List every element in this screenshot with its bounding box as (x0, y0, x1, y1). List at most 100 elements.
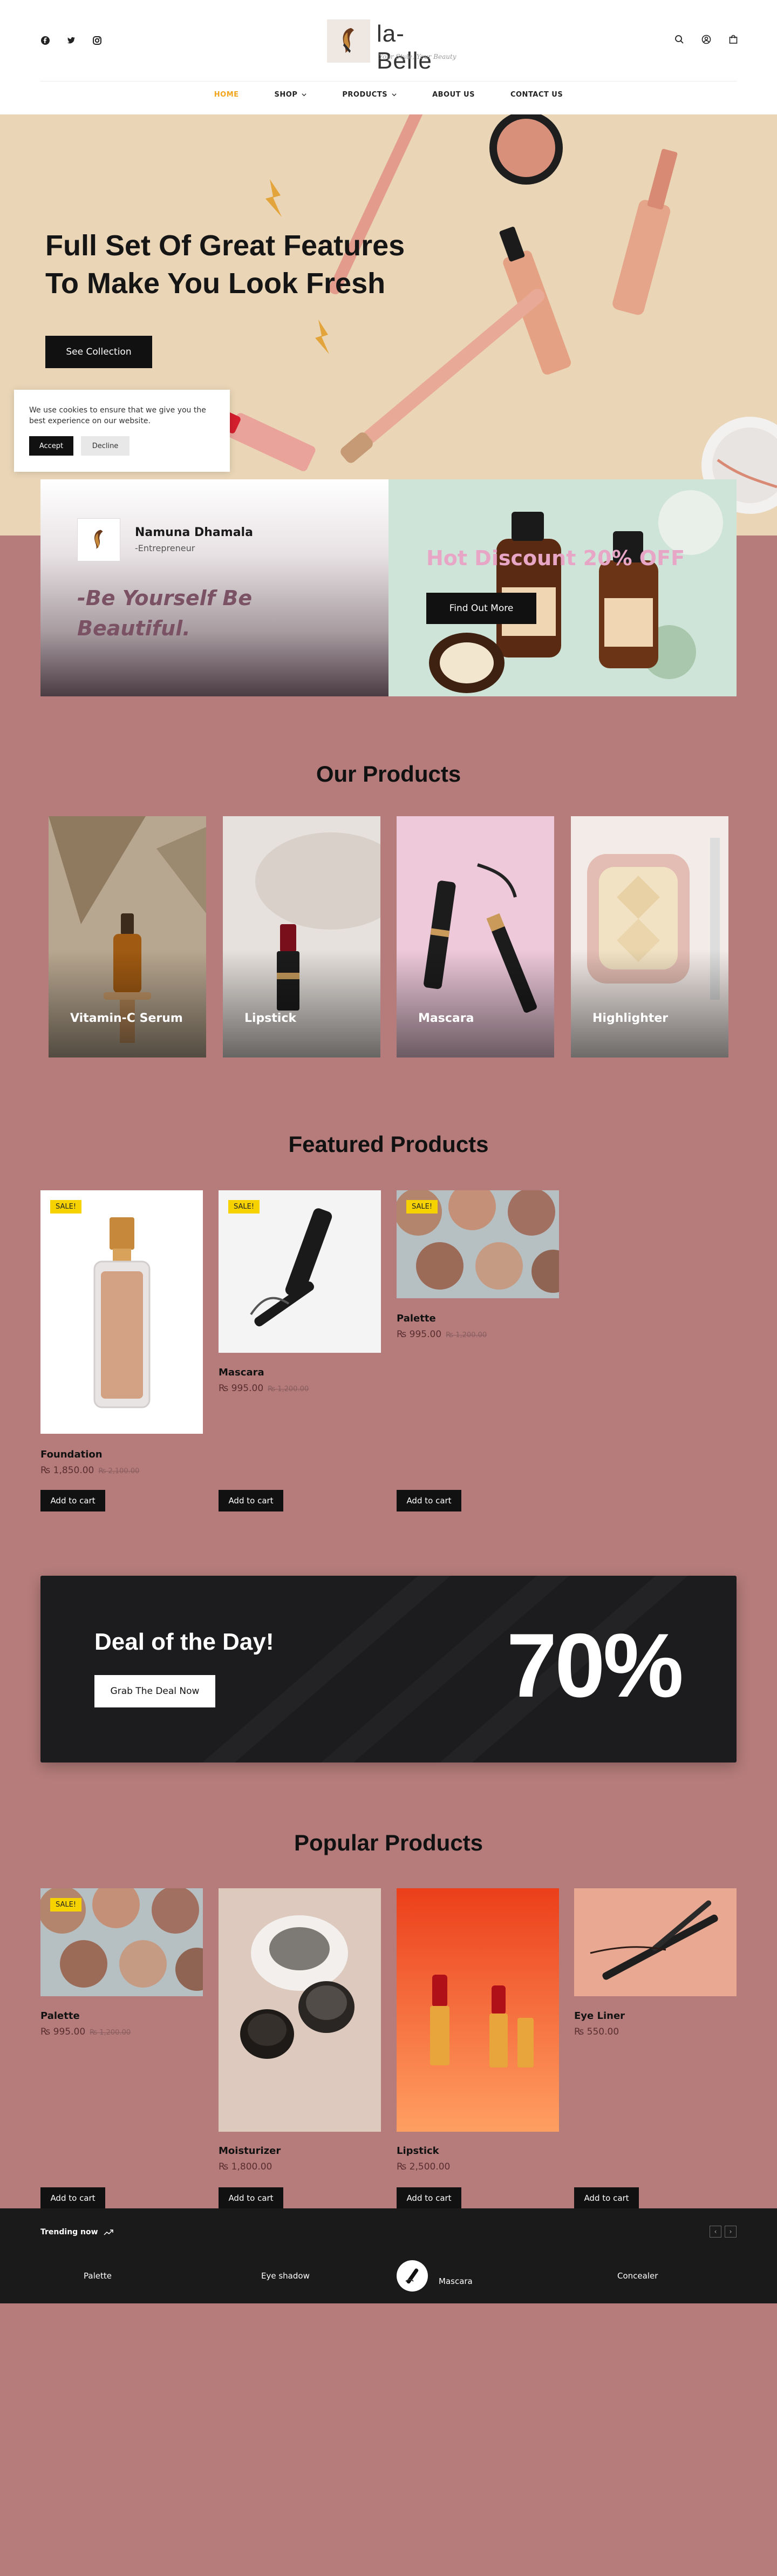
add-to-cart-button[interactable]: Add to cart (219, 2187, 283, 2209)
add-to-cart-button[interactable]: Add to cart (397, 1490, 461, 1511)
category-label: Mascara (418, 1012, 474, 1025)
product-price: ₨ 1,850.00 ₨ 2,100.00 (40, 1465, 140, 1476)
nav-products[interactable]: PRODUCTS (342, 91, 397, 99)
category-label: Vitamin-C Serum (70, 1012, 183, 1025)
logo-mark-icon (327, 19, 370, 63)
facebook-icon[interactable] (40, 36, 50, 45)
our-products-title: Our Products (316, 761, 461, 787)
twitter-icon[interactable] (66, 36, 76, 45)
social-links (40, 36, 102, 45)
author-name: Namuna Dhamala (135, 526, 253, 539)
trending-item[interactable]: Concealer (617, 2271, 658, 2281)
author-role: -Entrepreneur (135, 543, 195, 553)
add-to-cart-button[interactable]: Add to cart (574, 2187, 639, 2209)
product-name[interactable]: Foundation (40, 1449, 103, 1460)
category-label: Lipstick (244, 1012, 297, 1025)
product-image-moisturizer[interactable] (219, 1888, 381, 2132)
product-name[interactable]: Palette (40, 2010, 80, 2022)
cookie-accept-button[interactable]: Accept (29, 436, 73, 456)
trending-item[interactable]: Eye shadow (261, 2271, 310, 2281)
cookie-actions: Accept Decline (29, 436, 215, 456)
category-shade (571, 950, 728, 1057)
product-price: ₨ 2,500.00 (397, 2161, 451, 2172)
popular-products-title: Popular Products (294, 1830, 483, 1855)
moisturizer-image (219, 1888, 381, 2132)
grab-the-deal-button[interactable]: Grab The Deal Now (94, 1675, 215, 1707)
brand-name: la-Belle (377, 21, 432, 74)
product-name[interactable]: Lipstick (397, 2145, 439, 2157)
product-image-foundation[interactable]: SALE! (40, 1190, 203, 1434)
brand-logo[interactable]: la-Belle Your Style, Your Beauty (327, 19, 456, 74)
instagram-icon[interactable] (92, 36, 102, 45)
discount-text: Hot Discount 20% OFF (426, 546, 685, 570)
mascara-product-image (219, 1190, 381, 1353)
add-to-cart-button[interactable]: Add to cart (40, 2187, 105, 2209)
sale-badge: SALE! (228, 1200, 260, 1214)
sale-badge: SALE! (406, 1200, 438, 1214)
product-image-palette[interactable]: SALE! (40, 1888, 203, 1996)
product-name[interactable]: Moisturizer (219, 2145, 281, 2157)
product-price: ₨ 550.00 (574, 2026, 619, 2037)
lipstick-product-image (397, 1888, 559, 2132)
nav-contact-us[interactable]: CONTACT US (510, 91, 563, 99)
product-price: ₨ 995.00 ₨ 1,200.00 (40, 2026, 131, 2037)
featured-products-title: Featured Products (288, 1131, 489, 1157)
trending-item[interactable]: Mascara (397, 2260, 473, 2292)
product-image-palette[interactable]: SALE! (397, 1190, 559, 1298)
find-out-more-button[interactable]: Find Out More (426, 593, 536, 624)
hero-title: Full Set Of Great Features To Make You L… (45, 227, 488, 302)
category-shade (397, 950, 554, 1057)
chevron-down-icon (302, 93, 306, 97)
nav-about-us[interactable]: ABOUT US (432, 91, 475, 99)
product-image-mascara[interactable]: SALE! (219, 1190, 381, 1353)
nav-home[interactable]: HOME (214, 91, 239, 99)
trending-up-icon (104, 2229, 113, 2235)
trending-item[interactable]: Palette (84, 2271, 112, 2281)
add-to-cart-button[interactable]: Add to cart (219, 1490, 283, 1511)
category-card-vitamin-c-serum[interactable]: Vitamin-C Serum (49, 816, 206, 1057)
account-icon[interactable] (701, 35, 711, 44)
deal-of-the-day-banner: Deal of the Day! Grab The Deal Now 70% (40, 1576, 737, 1762)
product-name[interactable]: Eye Liner (574, 2010, 625, 2022)
add-to-cart-button[interactable]: Add to cart (397, 2187, 461, 2209)
product-price: ₨ 1,800.00 (219, 2161, 272, 2172)
quote-text: -Be Yourself Be Beautiful. (77, 586, 253, 640)
serum-bottles-illustration (429, 490, 723, 693)
cookie-decline-button[interactable]: Decline (81, 436, 130, 456)
see-collection-button[interactable]: See Collection (45, 336, 152, 368)
category-card-mascara[interactable]: Mascara (397, 816, 554, 1057)
sale-badge: SALE! (50, 1898, 82, 1911)
chevron-left-icon[interactable]: ‹ (710, 2226, 721, 2238)
trending-now-bar: Trending now ‹ › Palette Eye shadow Masc… (0, 2208, 777, 2303)
main-nav: HOME SHOP PRODUCTS ABOUT US CONTACT US (0, 91, 777, 99)
chevron-right-icon[interactable]: › (725, 2226, 737, 2238)
trending-label: Trending now (40, 2228, 98, 2236)
trending-arrows: ‹ › (710, 2226, 737, 2238)
product-price: ₨ 995.00 ₨ 1,200.00 (219, 1383, 309, 1394)
quote-banner: Namuna Dhamala -Entrepreneur -Be Yoursel… (40, 479, 388, 696)
mascara-thumb-icon (397, 2260, 428, 2292)
hero-title-line-2: To Make You Look Fresh (45, 267, 386, 300)
discount-banner: Hot Discount 20% OFF Find Out More (388, 479, 737, 696)
nav-shop[interactable]: SHOP (275, 91, 307, 99)
add-to-cart-button[interactable]: Add to cart (40, 1490, 105, 1511)
brand-tagline: Your Style, Your Beauty (379, 53, 456, 60)
author-avatar (77, 518, 120, 561)
product-name[interactable]: Mascara (219, 1367, 264, 1378)
category-card-highlighter[interactable]: Highlighter (571, 816, 728, 1057)
cookie-text: We use cookies to ensure that we give yo… (29, 406, 206, 425)
hero-cosmetics-illustration (210, 114, 777, 514)
nav-divider (40, 81, 737, 82)
category-label: Highlighter (592, 1012, 669, 1025)
foundation-image (93, 1217, 151, 1408)
hero-banner: Full Set Of Great Features To Make You L… (0, 114, 777, 535)
cart-icon[interactable] (728, 35, 738, 44)
deal-title: Deal of the Day! (94, 1629, 274, 1655)
deal-percent: 70% (506, 1615, 684, 1716)
category-card-lipstick[interactable]: Lipstick (223, 816, 380, 1057)
product-image-lipstick[interactable] (397, 1888, 559, 2132)
product-price: ₨ 995.00 ₨ 1,200.00 (397, 1329, 487, 1340)
product-name[interactable]: Palette (397, 1313, 436, 1324)
product-image-eye-liner[interactable] (574, 1888, 737, 1996)
search-icon[interactable] (674, 35, 684, 44)
